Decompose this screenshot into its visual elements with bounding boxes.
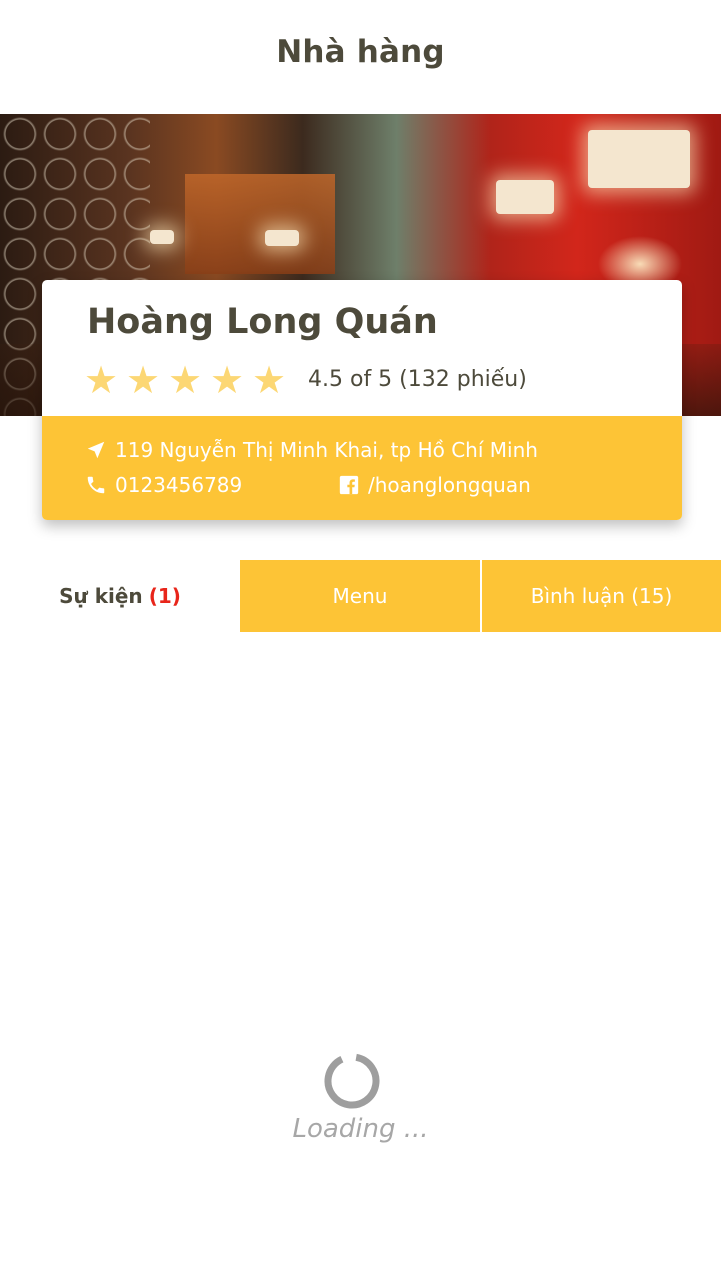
- restaurant-info-card: Hoàng Long Quán ★ ★ ★ ★ ★ 4.5 of 5 (132 …: [42, 280, 682, 520]
- facebook-icon: [339, 475, 359, 495]
- tab-comments[interactable]: Bình luận (15): [482, 560, 721, 632]
- address-row[interactable]: 119 Nguyễn Thị Minh Khai, tp Hồ Chí Minh: [85, 438, 538, 462]
- decorative-lamp: [265, 230, 299, 246]
- tab-menu[interactable]: Menu: [240, 560, 480, 632]
- tab-menu-label: Menu: [332, 584, 388, 608]
- facebook-row[interactable]: /hoanglongquan: [338, 473, 531, 497]
- phone-row[interactable]: 0123456789: [85, 473, 242, 497]
- restaurant-name: Hoàng Long Quán: [87, 302, 438, 342]
- star-icon: ★: [252, 358, 287, 402]
- star-icon: ★: [168, 358, 203, 402]
- star-icon: ★: [126, 358, 161, 402]
- page-title: Nhà hàng: [276, 34, 445, 70]
- loading-text: Loading ...: [292, 1114, 429, 1144]
- rating-summary: 4.5 of 5 (132 phiếu): [308, 367, 527, 392]
- phone-number: 0123456789: [115, 473, 243, 497]
- address-text: 119 Nguyễn Thị Minh Khai, tp Hồ Chí Minh: [115, 438, 538, 462]
- decorative-lamp: [588, 130, 690, 188]
- decorative-lamp: [496, 180, 554, 214]
- facebook-page: /hoanglongquan: [368, 473, 531, 497]
- decorative-lamp: [150, 230, 174, 244]
- spinner-icon: [324, 1053, 380, 1109]
- star-icon: ★: [84, 358, 119, 402]
- tab-events-label: Sự kiện: [59, 584, 143, 608]
- phone-icon: [87, 476, 105, 494]
- rating-stars: ★ ★ ★ ★ ★: [84, 358, 287, 402]
- star-icon: ★: [210, 358, 245, 402]
- decorative-cabinet: [185, 174, 335, 274]
- location-arrow-icon: [87, 441, 105, 459]
- contact-panel: 119 Nguyễn Thị Minh Khai, tp Hồ Chí Minh…: [42, 416, 682, 520]
- app-header: Nhà hàng: [0, 0, 721, 114]
- restaurant-tabs: Sự kiện (1) Menu Bình luận (15): [0, 560, 721, 632]
- events-count-badge: (1): [148, 584, 181, 608]
- tab-comments-label: Bình luận (15): [530, 584, 673, 608]
- tab-events[interactable]: Sự kiện (1): [0, 560, 240, 632]
- restaurant-summary: Hoàng Long Quán ★ ★ ★ ★ ★ 4.5 of 5 (132 …: [42, 280, 682, 416]
